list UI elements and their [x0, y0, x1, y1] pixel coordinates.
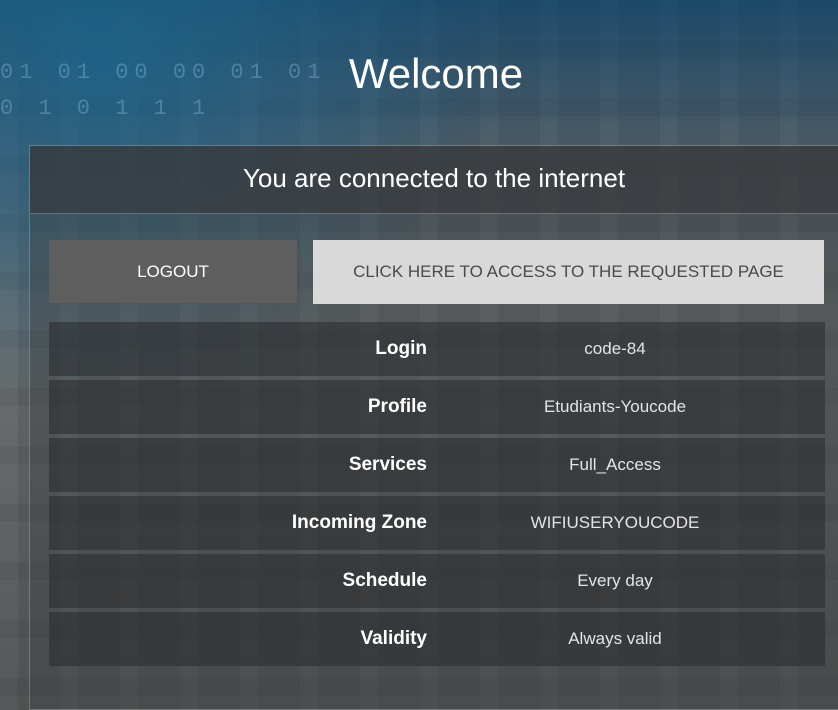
captive-portal-page: 01 01 00 00 01 01 0 1 0 1 1 1 Welcome You… — [0, 0, 838, 710]
info-row-schedule: Schedule Every day — [49, 554, 825, 608]
info-value: Full_Access — [569, 455, 661, 474]
info-label: Incoming Zone — [291, 512, 427, 533]
info-label: Services — [348, 454, 427, 475]
info-value: Always valid — [568, 629, 662, 648]
info-row-services: Services Full_Access — [49, 438, 825, 492]
info-label: Login — [375, 338, 427, 359]
connection-status: You are connected to the internet — [30, 146, 838, 214]
page-title: Welcome — [348, 50, 524, 97]
info-value: Every day — [577, 571, 653, 590]
info-row-profile: Profile Etudiants-Youcode — [49, 380, 825, 434]
info-row-incoming-zone: Incoming Zone WIFIUSERYOUCODE — [49, 496, 825, 550]
info-value: Etudiants-Youcode — [543, 397, 687, 416]
info-value: code-84 — [584, 339, 646, 358]
info-label: Schedule — [342, 570, 427, 591]
access-requested-page-button[interactable]: CLICK HERE TO ACCESS TO THE REQUESTED PA… — [313, 240, 824, 304]
info-value: WIFIUSERYOUCODE — [530, 513, 700, 532]
info-label: Profile — [367, 396, 427, 417]
info-row-validity: Validity Always valid — [49, 612, 825, 666]
info-label: Validity — [360, 628, 427, 649]
info-row-login: Login code-84 — [49, 322, 825, 376]
logout-button[interactable]: LOGOUT — [49, 240, 297, 303]
session-info-table: Login code-84 Profile Etudiants-Youcode … — [49, 322, 825, 670]
session-panel: You are connected to the internet LOGOUT… — [29, 145, 838, 710]
